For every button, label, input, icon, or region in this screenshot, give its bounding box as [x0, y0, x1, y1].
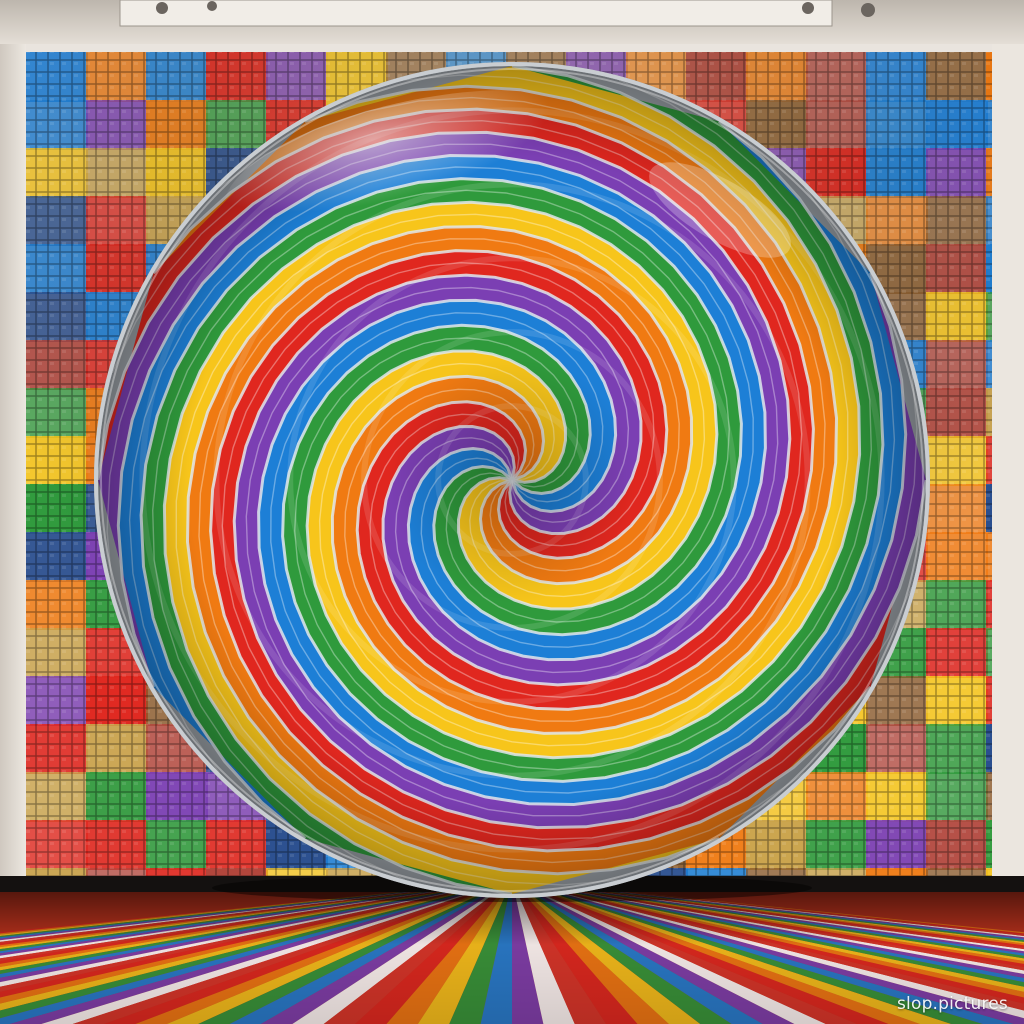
- gallery-artwork: [0, 0, 1024, 1024]
- swirl-disc: [94, 62, 930, 898]
- watermark-text: slop.pictures: [896, 994, 1008, 1014]
- left-wall: [0, 44, 26, 884]
- ceiling-track: [119, 0, 833, 27]
- right-wall: [992, 44, 1024, 884]
- gallery-scene: slop.pictures: [0, 0, 1024, 1024]
